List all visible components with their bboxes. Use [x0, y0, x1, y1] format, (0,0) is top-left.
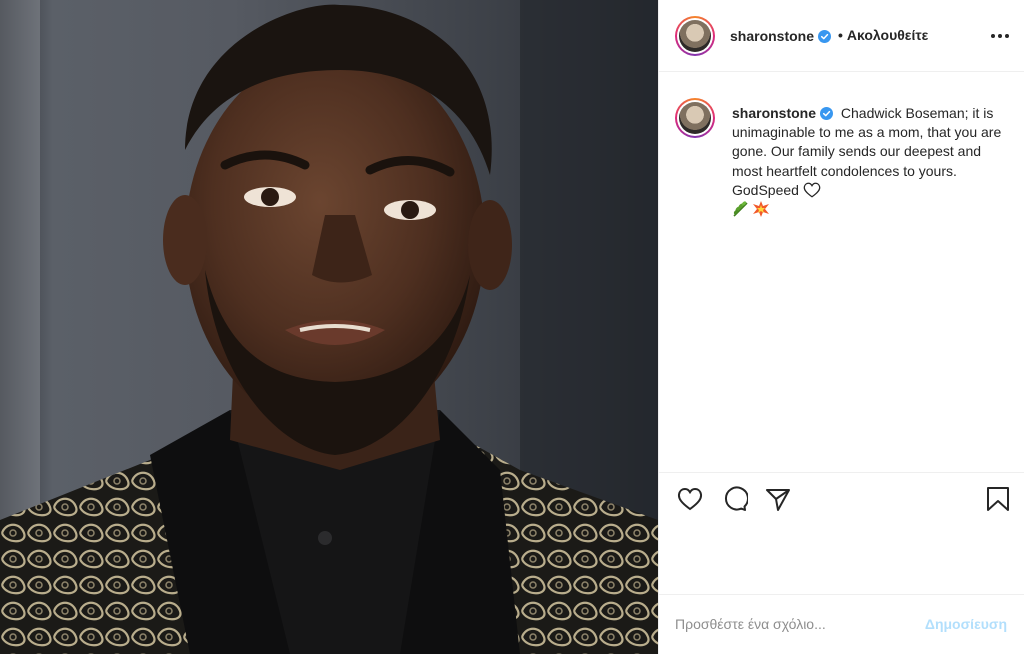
- save-button[interactable]: [984, 485, 1012, 513]
- caption-text: sharonstone Chadwick Boseman; it is unim…: [732, 104, 1002, 219]
- like-button[interactable]: [676, 485, 704, 513]
- username-link[interactable]: sharonstone: [730, 28, 832, 44]
- follow-status[interactable]: • Ακολουθείτε: [838, 27, 928, 43]
- white-heart-icon: [803, 182, 821, 198]
- post-actions: [659, 472, 1024, 594]
- caption-avatar-image: [679, 102, 711, 134]
- comment-input[interactable]: [675, 613, 915, 635]
- instagram-post: sharonstone • Ακολουθείτε sharonstone Cha…: [0, 0, 1024, 654]
- add-comment-bar: Δημοσίευση: [659, 594, 1024, 654]
- more-horizontal-icon: [991, 34, 1009, 38]
- caption-section: sharonstone Chadwick Boseman; it is unim…: [659, 72, 1024, 472]
- separator-dot: •: [838, 27, 843, 43]
- share-button[interactable]: [764, 485, 792, 513]
- bookmark-icon: [987, 487, 1009, 511]
- post-photo[interactable]: [0, 0, 658, 654]
- verified-badge-icon: [818, 30, 832, 43]
- more-options-button[interactable]: [989, 26, 1011, 46]
- caption-username-text: sharonstone: [732, 105, 817, 121]
- verified-badge-icon: [820, 107, 834, 120]
- collision-emoji: [753, 201, 769, 218]
- heart-icon: [677, 487, 703, 511]
- comment-button[interactable]: [720, 485, 749, 513]
- share-icon: [766, 489, 790, 511]
- avatar[interactable]: [675, 16, 715, 56]
- herb-emoji: [733, 201, 748, 217]
- caption-username[interactable]: sharonstone: [732, 105, 834, 121]
- post-header: sharonstone • Ακολουθείτε: [659, 0, 1024, 72]
- avatar-image: [679, 20, 711, 52]
- username-text: sharonstone: [730, 28, 815, 44]
- comment-icon: [724, 486, 749, 511]
- post-comment-button[interactable]: Δημοσίευση: [925, 616, 1007, 632]
- follow-status-label: Ακολουθείτε: [846, 27, 929, 43]
- caption-avatar[interactable]: [675, 98, 715, 138]
- post-side-panel: sharonstone • Ακολουθείτε sharonstone Cha…: [658, 0, 1024, 654]
- portrait-photo: [0, 0, 658, 654]
